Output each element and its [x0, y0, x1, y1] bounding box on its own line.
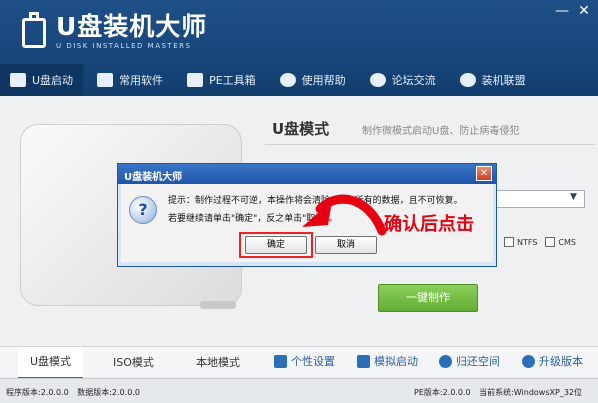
restore-space-button[interactable]: 归还空间 [439, 353, 500, 369]
simulate-boot-button[interactable]: 模拟启动 [357, 353, 418, 369]
question-icon: ? [129, 196, 157, 224]
one-click-make-button[interactable]: 一键制作 [378, 284, 478, 312]
logo: U盘装机大师 U DISK INSTALLED MASTERS [22, 11, 207, 51]
mode-tabs: U盘模式 ISO模式 本地模式 个性设置 模拟启动 归还空间 升级版本 [0, 346, 598, 379]
usb-icon [10, 73, 26, 87]
status-bar: 程序版本:2.0.0.0 数据版本:2.0.0.0 PE版本:2.0.0.0 当… [0, 378, 598, 403]
nav-help[interactable]: 使用帮助 [270, 64, 356, 96]
app-title: U盘装机大师 [56, 12, 208, 41]
data-version: 数据版本:2.0.0.0 [77, 388, 140, 397]
nav-label: 常用软件 [119, 74, 164, 87]
header: U盘装机大师 U DISK INSTALLED MASTERS — ✕ U盘启动… [0, 0, 598, 96]
nav-label: 装机联盟 [481, 74, 526, 87]
tool-label: 升级版本 [539, 355, 583, 368]
tool-label: 模拟启动 [374, 355, 418, 368]
help-icon [279, 73, 296, 87]
close-button[interactable]: ✕ [575, 3, 593, 19]
tab-iso-mode[interactable]: ISO模式 [113, 354, 154, 370]
logo-text: U盘装机大师 U DISK INSTALLED MASTERS [56, 14, 207, 51]
dialog-titlebar: U盘装机大师 ✕ [118, 164, 496, 184]
format-options: NTFS CMS [496, 237, 576, 247]
nav-alliance[interactable]: 装机联盟 [450, 64, 536, 96]
personalize-icon [274, 354, 287, 368]
pe-version: PE版本:2.0.0.0 [414, 388, 471, 397]
nav-usb-boot[interactable]: U盘启动 [0, 64, 84, 96]
divider [265, 144, 595, 145]
nav-label: U盘启动 [32, 74, 74, 87]
mode-title: U盘模式 [272, 120, 330, 138]
annotation-callout: 确认后点击 [384, 214, 474, 235]
app-subtitle: U DISK INSTALLED MASTERS [56, 42, 192, 50]
upgrade-button[interactable]: 升级版本 [522, 353, 583, 369]
dialog-close-button[interactable]: ✕ [476, 166, 492, 181]
main-navbar: U盘启动 常用软件 PE工具箱 使用帮助 论坛交流 装机联盟 [0, 64, 598, 96]
nav-label: PE工具箱 [209, 74, 256, 87]
usb-led [200, 301, 236, 309]
software-icon [97, 73, 114, 87]
usb-logo-icon [22, 11, 46, 48]
nav-pe-toolbox[interactable]: PE工具箱 [177, 64, 266, 96]
mode-description: 制作微模式启动U盘、防止病毒侵犯 [362, 126, 520, 137]
forum-icon [369, 73, 386, 87]
simulate-icon [357, 354, 370, 368]
current-system: 当前系统:WindowsXP_32位 [479, 388, 582, 397]
nav-label: 使用帮助 [301, 74, 346, 87]
personalize-button[interactable]: 个性设置 [274, 353, 335, 369]
nav-label: 论坛交流 [391, 74, 436, 87]
tool-label: 个性设置 [291, 355, 335, 368]
alliance-icon [459, 73, 476, 87]
cms-checkbox[interactable] [545, 237, 556, 247]
program-version: 程序版本:2.0.0.0 [6, 388, 69, 397]
tool-label: 归还空间 [456, 355, 500, 368]
toolbox-icon [187, 73, 204, 87]
nav-forum[interactable]: 论坛交流 [360, 64, 446, 96]
ntfs-checkbox[interactable] [504, 237, 514, 247]
annotation-arrow-icon [302, 194, 387, 236]
status-left: 程序版本:2.0.0.0 数据版本:2.0.0.0 [6, 387, 140, 398]
tab-usb-mode[interactable]: U盘模式 [18, 347, 84, 379]
minimize-button[interactable]: — [553, 3, 571, 19]
dialog-title: U盘装机大师 [124, 172, 183, 183]
ntfs-label: NTFS [517, 237, 538, 247]
status-right: PE版本:2.0.0.0 当前系统:WindowsXP_32位 [414, 387, 582, 398]
upgrade-icon [522, 354, 535, 368]
cms-label: CMS [558, 237, 576, 247]
tab-local-mode[interactable]: 本地模式 [196, 354, 240, 370]
nav-common-software[interactable]: 常用软件 [87, 64, 173, 96]
app-window: U盘装机大师 U DISK INSTALLED MASTERS — ✕ U盘启动… [0, 0, 598, 403]
restore-space-icon [439, 354, 452, 368]
chevron-down-icon[interactable]: ▼ [570, 192, 577, 202]
